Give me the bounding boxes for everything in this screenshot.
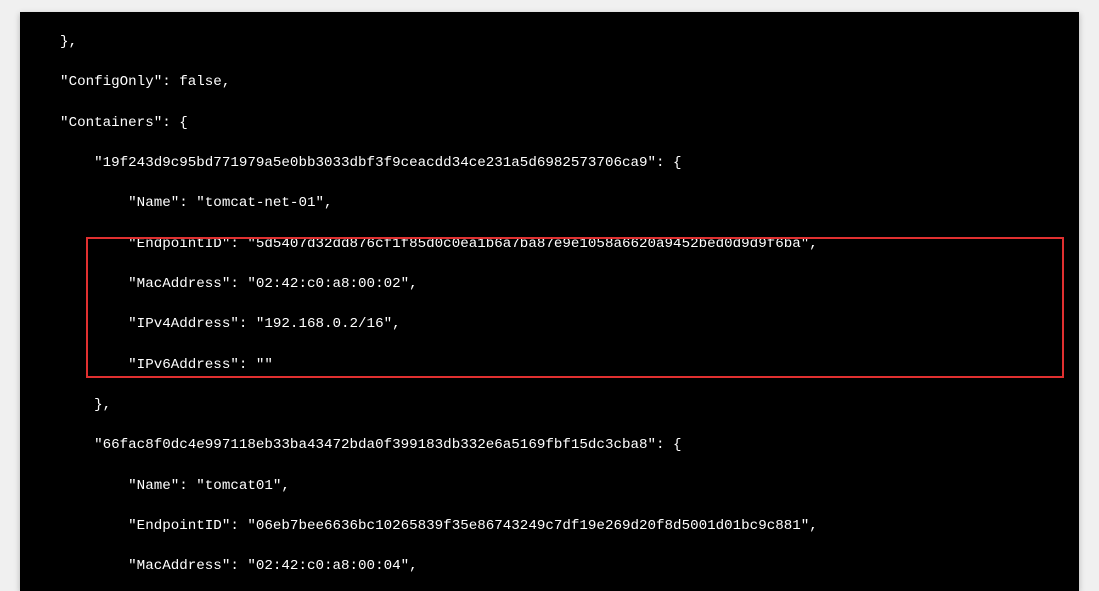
code-line: "EndpointID": "06eb7bee6636bc10265839f35… bbox=[26, 516, 1079, 536]
code-line: "ConfigOnly": false, bbox=[26, 72, 1079, 92]
page-frame: }, "ConfigOnly": false, "Containers": { … bbox=[0, 0, 1099, 591]
terminal-window[interactable]: }, "ConfigOnly": false, "Containers": { … bbox=[20, 12, 1079, 591]
code-line: "66fac8f0dc4e997118eb33ba43472bda0f39918… bbox=[26, 435, 1079, 455]
code-line: "MacAddress": "02:42:c0:a8:00:04", bbox=[26, 556, 1079, 576]
code-line: "19f243d9c95bd771979a5e0bb3033dbf3f9ceac… bbox=[26, 153, 1079, 173]
code-line: "Name": "tomcat-net-01", bbox=[26, 193, 1079, 213]
code-line: "Name": "tomcat01", bbox=[26, 476, 1079, 496]
code-line: "MacAddress": "02:42:c0:a8:00:02", bbox=[26, 274, 1079, 294]
code-line: }, bbox=[26, 395, 1079, 415]
code-line: "IPv4Address": "192.168.0.2/16", bbox=[26, 314, 1079, 334]
code-line: "IPv6Address": "" bbox=[26, 355, 1079, 375]
code-line: }, bbox=[26, 32, 1079, 52]
code-line: "Containers": { bbox=[26, 113, 1079, 133]
code-line: "EndpointID": "5d5407d32dd876cf1f85d0c0e… bbox=[26, 234, 1079, 254]
